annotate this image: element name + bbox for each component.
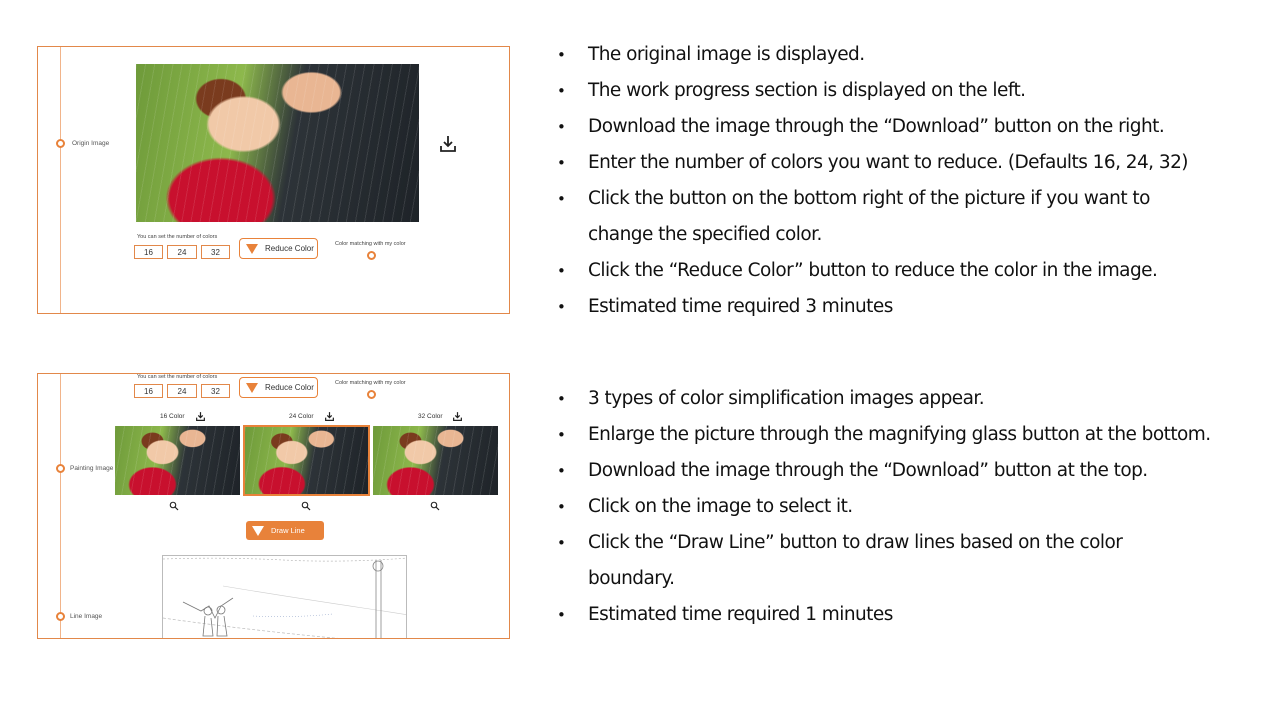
color-count-24[interactable]: 24: [167, 384, 197, 398]
reduce-color-button[interactable]: Reduce Color: [239, 377, 318, 398]
instruction-item: Enter the number of colors you want to r…: [557, 145, 1189, 181]
progress-timeline: [60, 47, 61, 313]
instruction-item: Estimated time required 1 minutes: [557, 597, 1211, 633]
instruction-item: The work progress section is displayed o…: [557, 73, 1188, 109]
colors-hint: You can set the number of colors: [137, 374, 218, 380]
step-label-origin: Origin Image: [72, 140, 110, 147]
triangle-down-icon: [246, 243, 258, 254]
reduce-color-label: Reduce Color: [265, 383, 314, 392]
instruction-item: 3 types of color simplification images a…: [557, 381, 1211, 417]
color-count-16[interactable]: 16: [134, 384, 163, 398]
triangle-down-icon: [246, 382, 258, 393]
thumb-label-24: 24 Color: [289, 413, 314, 420]
thumb-label-16: 16 Color: [160, 413, 185, 420]
color-match-label: Color matching with my color: [335, 241, 406, 247]
origin-image: [136, 64, 419, 222]
magnifier-icon[interactable]: [301, 501, 311, 511]
color-count-32[interactable]: 32: [201, 384, 230, 398]
instruction-item: Click the “Draw Line” button to draw lin…: [557, 525, 1211, 561]
step-label-line: Line Image: [70, 613, 103, 620]
triangle-down-icon: [252, 525, 264, 536]
thumbnail-24-color[interactable]: [243, 425, 370, 496]
color-count-32[interactable]: 32: [201, 245, 230, 259]
reduce-color-button[interactable]: Reduce Color: [239, 238, 318, 259]
instructions-top: The original image is displayed. The wor…: [557, 37, 1189, 325]
magnifier-icon[interactable]: [169, 501, 179, 511]
step-label-painting: Painting Image: [70, 465, 114, 472]
download-icon[interactable]: [438, 134, 458, 154]
instruction-item: Estimated time required 3 minutes: [557, 289, 1188, 325]
instruction-item: Download the image through the “Download…: [557, 453, 1211, 489]
step-dot-painting: [56, 464, 65, 473]
painting-image-panel: You can set the number of colors 16 24 3…: [37, 373, 510, 639]
draw-line-label: Draw Line: [271, 526, 305, 535]
line-sketch: [163, 557, 406, 638]
instruction-item-continued: change the specified color.: [588, 224, 822, 245]
progress-timeline: [60, 374, 61, 638]
line-image: [162, 555, 407, 638]
instructions-bottom: 3 types of color simplification images a…: [557, 381, 1211, 633]
color-count-24[interactable]: 24: [167, 245, 197, 259]
step-dot-line: [56, 612, 65, 621]
instruction-item: The original image is displayed.: [557, 37, 1188, 73]
instruction-item: Download the image through the “Download…: [557, 109, 1188, 145]
instruction-item: Enlarge the picture through the magnifyi…: [557, 417, 1211, 453]
download-icon[interactable]: [452, 411, 463, 422]
origin-image-panel: Origin Image You can set the number of c…: [37, 46, 510, 314]
thumb-label-32: 32 Color: [418, 413, 443, 420]
download-icon[interactable]: [195, 411, 206, 422]
draw-line-button[interactable]: Draw Line: [246, 521, 324, 540]
color-match-label: Color matching with my color: [335, 380, 406, 386]
magnifier-icon[interactable]: [430, 501, 440, 511]
colors-hint: You can set the number of colors: [137, 234, 218, 240]
instruction-item: Click the button on the bottom right of …: [557, 181, 1188, 217]
instruction-item: Click the “Reduce Color” button to reduc…: [557, 253, 1188, 289]
instruction-item: Click on the image to select it.: [557, 489, 1211, 525]
thumbnail-32-color[interactable]: [373, 426, 498, 495]
color-count-16[interactable]: 16: [134, 245, 163, 259]
step-dot-origin: [56, 139, 65, 148]
reduce-color-label: Reduce Color: [265, 244, 314, 253]
instruction-item-continued: boundary.: [588, 568, 675, 589]
thumbnail-16-color[interactable]: [115, 426, 240, 495]
color-match-toggle[interactable]: [367, 390, 376, 399]
download-icon[interactable]: [324, 411, 335, 422]
color-match-toggle[interactable]: [367, 251, 376, 260]
